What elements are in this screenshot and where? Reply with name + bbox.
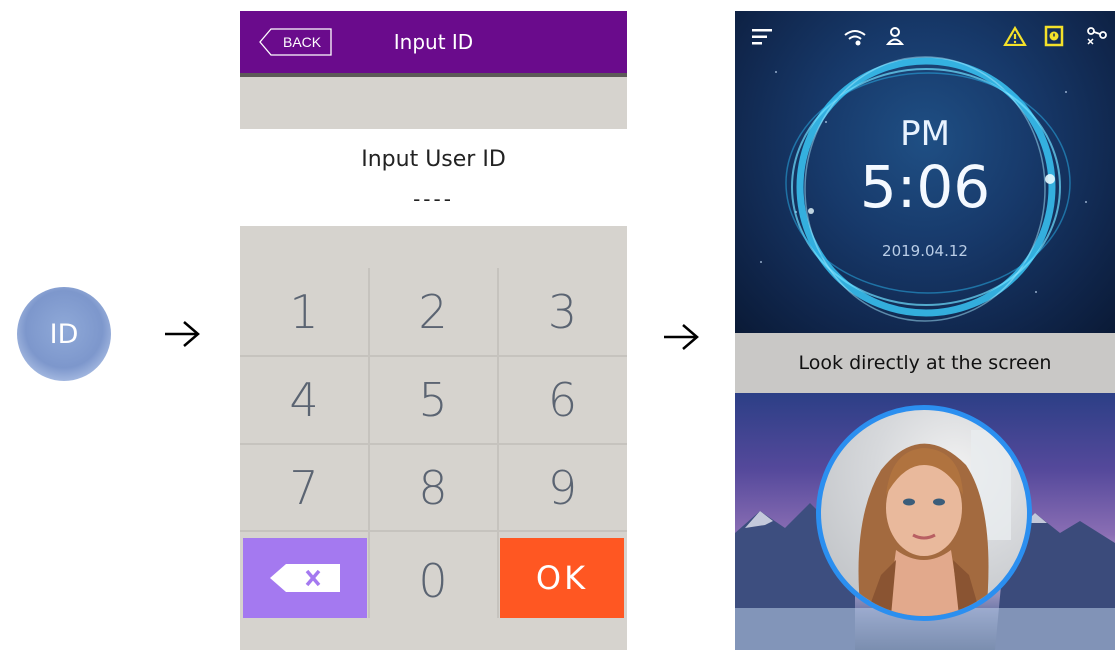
clock-ampm: PM bbox=[900, 114, 950, 154]
face-capture-frame bbox=[816, 405, 1032, 621]
back-label: BACK bbox=[283, 34, 322, 50]
grid-divider bbox=[497, 538, 499, 618]
wifi-icon bbox=[844, 30, 866, 46]
entry-area: Input User ID ---- bbox=[240, 129, 627, 226]
key-9[interactable]: 9 bbox=[498, 445, 627, 530]
face-photo bbox=[858, 430, 1011, 616]
key-1[interactable]: 1 bbox=[240, 268, 368, 355]
face-verification-screen: PM 5:06 2019.04.12 Look directly at the … bbox=[735, 11, 1115, 650]
key-6[interactable]: 6 bbox=[498, 357, 627, 443]
id-entry-field[interactable]: ---- bbox=[240, 187, 627, 211]
key-7[interactable]: 7 bbox=[240, 445, 368, 530]
clock-background: PM 5:06 2019.04.12 bbox=[735, 11, 1115, 333]
input-prompt: Input User ID bbox=[361, 147, 506, 172]
key-4[interactable]: 4 bbox=[240, 357, 368, 443]
delete-button[interactable] bbox=[243, 538, 367, 618]
grid-divider bbox=[240, 530, 627, 532]
key-3[interactable]: 3 bbox=[498, 268, 627, 355]
back-button[interactable]: BACK bbox=[259, 28, 332, 56]
backspace-icon bbox=[270, 564, 340, 592]
menu-icon[interactable] bbox=[751, 28, 773, 46]
key-0[interactable]: 0 bbox=[369, 538, 497, 624]
network-disconnected-icon bbox=[1087, 27, 1107, 45]
clock-date: 2019.04.12 bbox=[882, 242, 968, 260]
id-method-icon[interactable]: ID bbox=[17, 287, 111, 381]
instruction-message: Look directly at the screen bbox=[735, 333, 1115, 393]
id-icon-label: ID bbox=[49, 318, 79, 350]
spacer-band bbox=[240, 77, 627, 129]
ok-button[interactable]: OK bbox=[500, 538, 624, 618]
warning-icon bbox=[1003, 26, 1027, 46]
key-8[interactable]: 8 bbox=[369, 445, 497, 530]
key-2[interactable]: 2 bbox=[369, 268, 497, 355]
clock-time: 5:06 bbox=[859, 153, 991, 221]
key-5[interactable]: 5 bbox=[369, 357, 497, 443]
arrow-right-icon bbox=[165, 321, 200, 347]
arrow-right-icon bbox=[664, 324, 699, 350]
alert-icon bbox=[1044, 25, 1064, 47]
user-icon bbox=[885, 27, 905, 45]
input-id-screen: Input ID BACK Input User ID ---- 1 2 3 4… bbox=[240, 11, 627, 650]
header-bar: Input ID BACK bbox=[240, 11, 627, 73]
